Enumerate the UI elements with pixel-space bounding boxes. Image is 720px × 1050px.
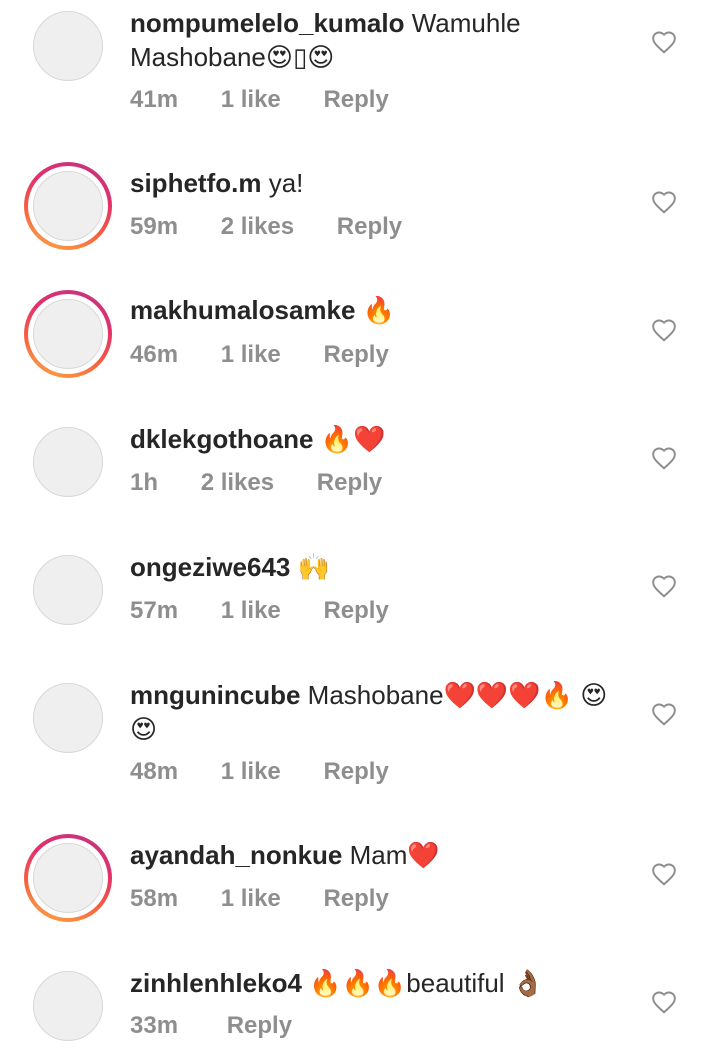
comment-text: Mam❤️	[349, 840, 440, 870]
comment-meta: 48m 1 like Reply	[130, 758, 389, 786]
avatar-image	[33, 427, 103, 497]
avatar[interactable]	[24, 962, 112, 1050]
comment-likes-count[interactable]: 1 like	[221, 597, 281, 624]
comment-meta: 57m 1 like Reply	[130, 597, 389, 625]
comment-username[interactable]: makhumalosamke	[130, 295, 355, 325]
heart-outline-icon[interactable]	[651, 702, 677, 726]
avatar-image	[33, 843, 103, 913]
comment-meta: 33m Reply	[130, 1012, 292, 1040]
reply-button[interactable]: Reply	[323, 597, 388, 624]
comment-body: siphetfo.m ya!	[130, 166, 610, 200]
heart-outline-icon[interactable]	[651, 318, 677, 342]
comment-likes-count[interactable]: 1 like	[221, 758, 281, 785]
comment-time: 1h	[130, 469, 159, 496]
reply-button[interactable]: Reply	[323, 758, 388, 785]
comment-time: 41m	[130, 86, 179, 113]
comment-body: ayandah_nonkue Mam❤️	[130, 838, 610, 872]
avatar-image	[33, 555, 103, 625]
comment-meta: 46m 1 like Reply	[130, 341, 389, 369]
comment-body: zinhlenhleko4 🔥🔥🔥beautiful 👌🏾	[130, 966, 610, 1000]
comment-username[interactable]: nompumelelo_kumalo	[130, 8, 405, 38]
comment-body: mngunincube Mashobane❤️❤️❤️🔥 😍😍	[130, 678, 610, 746]
comment-meta: 41m 1 like Reply	[130, 86, 389, 114]
comment-body: nompumelelo_kumalo Wamuhle Mashobane😍▯😍	[130, 6, 610, 74]
heart-outline-icon[interactable]	[651, 574, 677, 598]
avatar[interactable]	[24, 546, 112, 634]
avatar-image	[33, 683, 103, 753]
comment-username[interactable]: ayandah_nonkue	[130, 840, 342, 870]
comment-likes-count[interactable]: 1 like	[221, 341, 281, 368]
comment-likes-count[interactable]: 2 likes	[221, 213, 294, 240]
avatar[interactable]	[24, 162, 112, 250]
heart-outline-icon[interactable]	[651, 446, 677, 470]
reply-button[interactable]: Reply	[323, 341, 388, 368]
comment-meta: 58m 1 like Reply	[130, 885, 389, 913]
comment-text: 🔥🔥🔥beautiful 👌🏾	[309, 968, 545, 998]
comment-time: 48m	[130, 758, 179, 785]
heart-outline-icon[interactable]	[651, 862, 677, 886]
comment-username[interactable]: zinhlenhleko4	[130, 968, 302, 998]
comment-likes-count[interactable]: 1 like	[221, 885, 281, 912]
reply-button[interactable]: Reply	[323, 885, 388, 912]
avatar[interactable]	[24, 834, 112, 922]
comment-username[interactable]: siphetfo.m	[130, 168, 261, 198]
heart-outline-icon[interactable]	[651, 190, 677, 214]
comment-time: 57m	[130, 597, 179, 624]
reply-button[interactable]: Reply	[323, 86, 388, 113]
comment-meta: 59m 2 likes Reply	[130, 213, 402, 241]
comment-time: 59m	[130, 213, 179, 240]
comment-text: 🔥❤️	[320, 424, 386, 454]
comment-text: ya!	[268, 168, 304, 198]
comment-username[interactable]: ongeziwe643	[130, 552, 290, 582]
comment-time: 46m	[130, 341, 179, 368]
avatar-image	[33, 171, 103, 241]
comment-body: dklekgothoane 🔥❤️	[130, 422, 610, 456]
avatar-image	[33, 11, 103, 81]
comment-time: 58m	[130, 885, 179, 912]
heart-outline-icon[interactable]	[651, 30, 677, 54]
comment-body: ongeziwe643 🙌	[130, 550, 610, 584]
avatar[interactable]	[24, 674, 112, 762]
comment-likes-count[interactable]: 1 like	[221, 86, 281, 113]
comment-username[interactable]: mngunincube	[130, 680, 300, 710]
avatar[interactable]	[24, 2, 112, 90]
avatar[interactable]	[24, 290, 112, 378]
comment-body: makhumalosamke 🔥	[130, 293, 610, 327]
comment-text: 🙌	[297, 552, 331, 582]
reply-button[interactable]: Reply	[337, 213, 402, 240]
comment-text: 🔥	[362, 295, 396, 325]
comment-username[interactable]: dklekgothoane	[130, 424, 313, 454]
heart-outline-icon[interactable]	[651, 990, 677, 1014]
avatar[interactable]	[24, 418, 112, 506]
avatar-image	[33, 971, 103, 1041]
avatar-image	[33, 299, 103, 369]
comment-likes-count[interactable]: 2 likes	[201, 469, 274, 496]
reply-button[interactable]: Reply	[317, 469, 382, 496]
comment-meta: 1h 2 likes Reply	[130, 469, 382, 497]
